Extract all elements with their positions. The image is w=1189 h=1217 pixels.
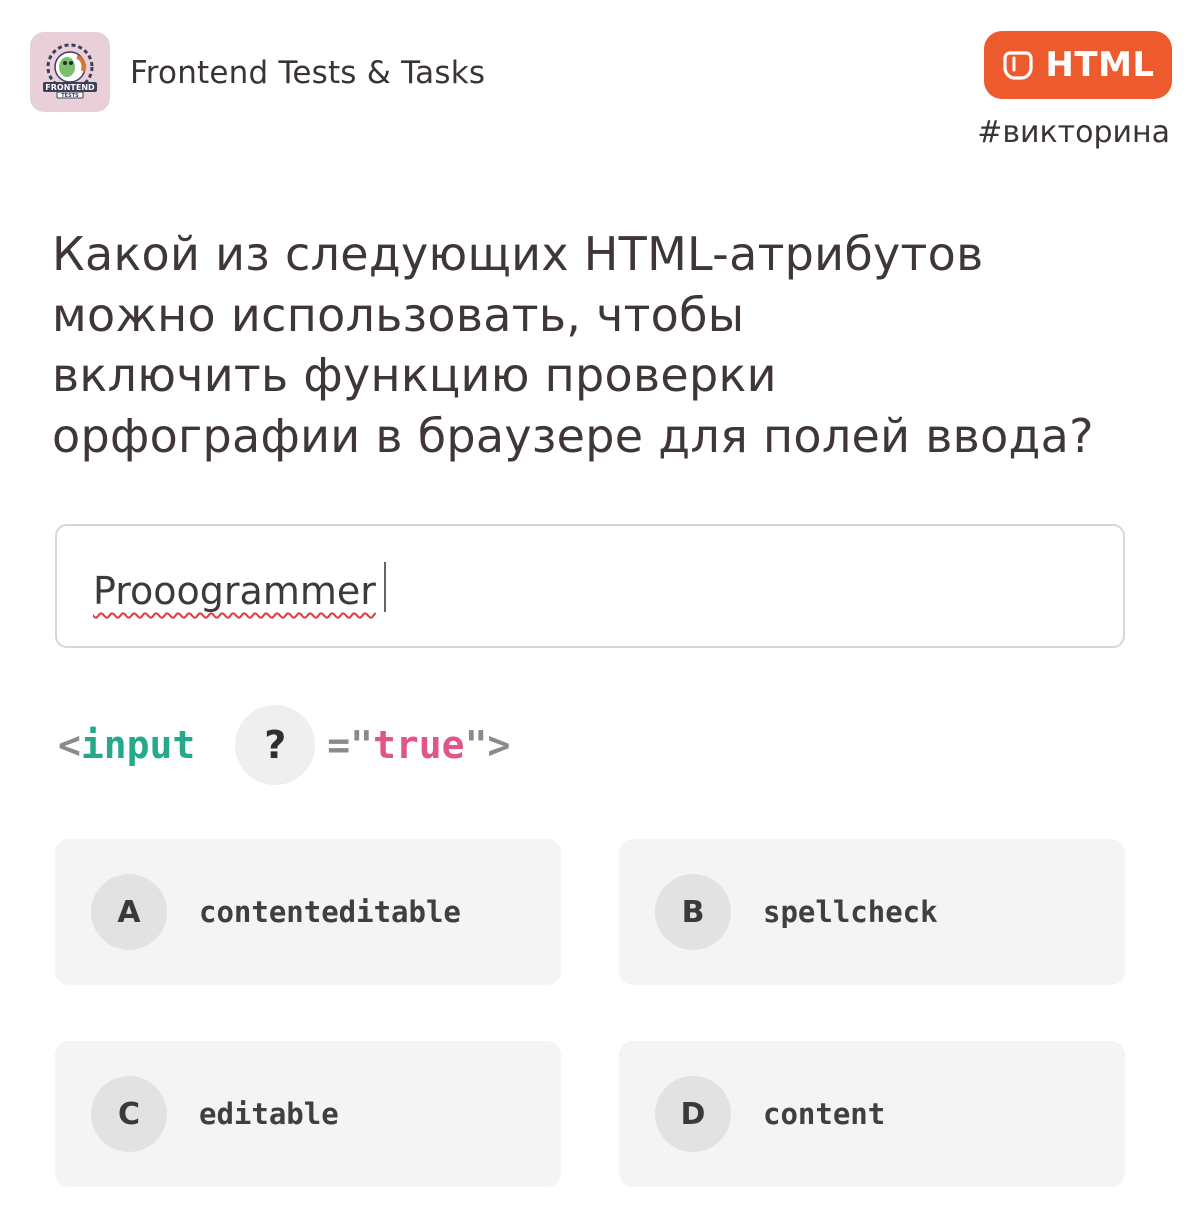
demo-input-value: Prooogrammer	[93, 562, 386, 614]
code-tag-name: input	[80, 723, 196, 767]
option-text: content	[763, 1097, 886, 1131]
html-badge: HTML	[984, 31, 1172, 99]
question-line: можно использовать, чтобы	[52, 287, 745, 342]
option-text: spellcheck	[763, 895, 938, 929]
option-text: contenteditable	[199, 895, 461, 929]
channel-logo: FRONTEND TESTS	[30, 32, 110, 112]
code-attr-value: true	[373, 723, 465, 767]
demo-text-input[interactable]: Prooogrammer	[55, 524, 1125, 648]
question-line: Какой из следующих HTML-атрибутов	[52, 227, 984, 281]
missing-attribute-placeholder: ?	[235, 705, 316, 785]
code-snippet: < input ? =" true ">	[58, 705, 511, 785]
question-line: орфографии в браузере для полей ввода?	[52, 408, 1094, 463]
answer-option-c[interactable]: C editable	[55, 1041, 561, 1187]
code-open-bracket: <	[58, 723, 81, 767]
option-letter-badge: B	[655, 874, 731, 950]
svg-text:TESTS: TESTS	[61, 93, 79, 99]
answer-option-a[interactable]: A contenteditable	[55, 839, 561, 985]
option-letter-badge: A	[91, 874, 167, 950]
misspelled-word: Prooogrammer	[93, 569, 376, 613]
question-text: Какой из следующих HTML-атрибутов можно …	[52, 224, 1162, 466]
option-text: editable	[199, 1097, 339, 1131]
option-letter-badge: C	[91, 1076, 167, 1152]
quiz-hashtag: #викторина	[977, 115, 1170, 150]
html-badge-label: HTML	[1045, 45, 1155, 85]
code-equals: ="	[327, 723, 374, 767]
question-line: включить функцию проверки	[52, 348, 777, 402]
html-badge-icon	[1003, 51, 1034, 80]
text-caret	[383, 562, 386, 612]
svg-text:FRONTEND: FRONTEND	[45, 83, 95, 92]
answer-option-b[interactable]: B spellcheck	[619, 839, 1125, 985]
option-letter-badge: D	[655, 1076, 731, 1152]
answer-option-d[interactable]: D content	[619, 1041, 1125, 1187]
code-close-bracket: ">	[464, 723, 511, 767]
channel-name: Frontend Tests & Tasks	[130, 55, 486, 91]
frontend-tests-logo-icon: FRONTEND TESTS	[43, 43, 97, 99]
